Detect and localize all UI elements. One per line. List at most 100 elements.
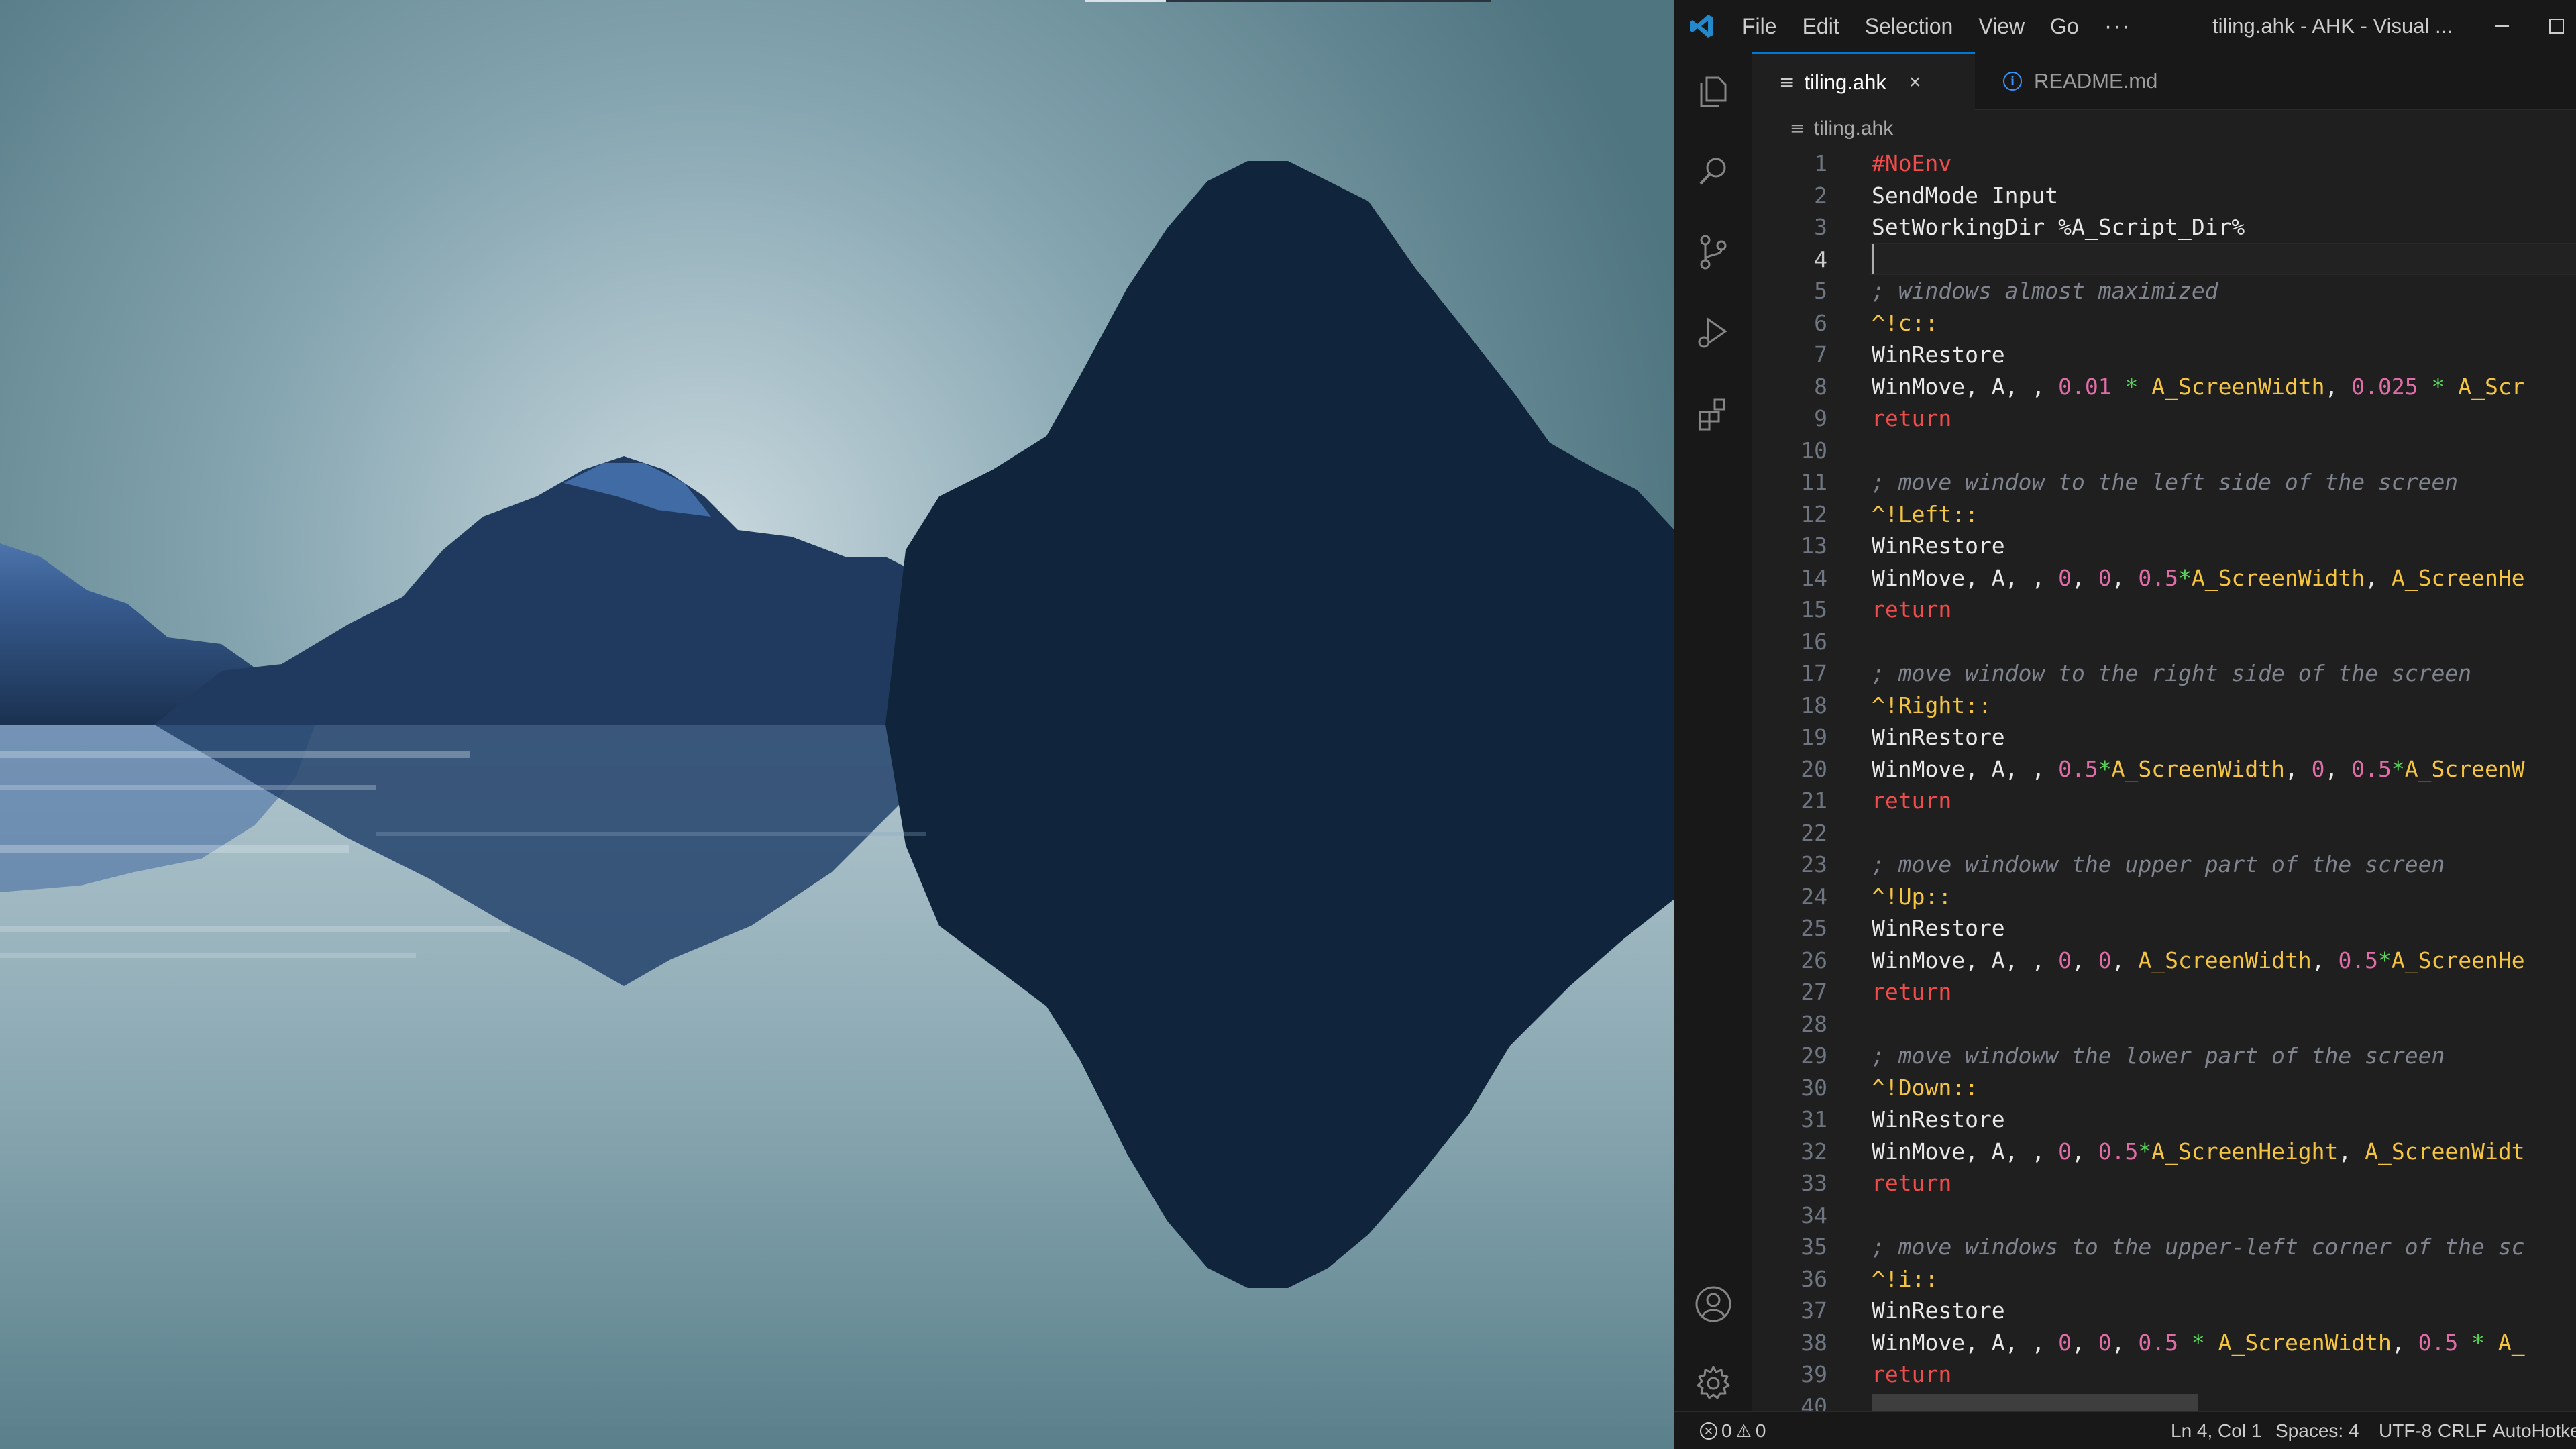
explorer-icon[interactable]: [1674, 52, 1752, 130]
breadcrumb-file[interactable]: tiling.ahk: [1814, 117, 1893, 140]
code-line[interactable]: 34: [1752, 1199, 2576, 1232]
code-line[interactable]: 26 WinMove, A, , 0, 0, A_ScreenWidth, 0.5…: [1752, 945, 2576, 977]
code-line[interactable]: 27 return: [1752, 976, 2576, 1008]
code-line[interactable]: 32 WinMove, A, , 0, 0.5*A_ScreenHeight, A…: [1752, 1136, 2576, 1168]
line-endings[interactable]: CRLF: [2438, 1412, 2487, 1449]
code-token: *: [2098, 755, 2112, 782]
code-line[interactable]: 35 ; move windows to the upper-left corne…: [1752, 1231, 2576, 1263]
code-line[interactable]: 12 ^!Left::: [1752, 498, 2576, 531]
menu-more-button[interactable]: ···: [2092, 0, 2144, 52]
code-line[interactable]: 10: [1752, 435, 2576, 467]
code-line[interactable]: 16: [1752, 626, 2576, 658]
indentation[interactable]: Spaces: 4: [2275, 1412, 2359, 1449]
code-line[interactable]: 18 ^!Right::: [1752, 690, 2576, 722]
line-number: 39: [1801, 1361, 1827, 1387]
close-icon[interactable]: ×: [1909, 71, 1921, 94]
code-line[interactable]: 6 ^!c::: [1752, 307, 2576, 339]
code-line[interactable]: 28: [1752, 1008, 2576, 1040]
line-text: ^!i::: [1872, 1263, 1938, 1295]
line-text: WinMove, A, , 0, 0, 0.5*A_ScreenWidth, A…: [1872, 562, 2525, 594]
activity-bar: [1674, 52, 1752, 1411]
line-number: 4: [1814, 246, 1827, 272]
menu-go[interactable]: Go: [2037, 0, 2092, 52]
code-line[interactable]: 20 WinMove, A, , 0.5*A_ScreenWidth, 0, 0.…: [1752, 753, 2576, 786]
line-text: WinMove, A, , 0, 0.5*A_ScreenHeight, A_S…: [1872, 1136, 2525, 1168]
code-token: A_ScreenHeight: [2151, 1138, 2339, 1165]
tab-readme-md[interactable]: i README.md: [1975, 52, 2176, 110]
maximize-button[interactable]: [2537, 0, 2576, 52]
code-token: return: [1872, 596, 1952, 623]
code-line[interactable]: 37 WinRestore: [1752, 1295, 2576, 1327]
search-icon[interactable]: [1674, 133, 1752, 211]
settings-gear-icon[interactable]: [1674, 1344, 1752, 1422]
code-line[interactable]: 9 return: [1752, 402, 2576, 435]
code-line[interactable]: 22: [1752, 817, 2576, 849]
run-debug-icon[interactable]: [1674, 294, 1752, 372]
cursor-position[interactable]: Ln 4, Col 1: [2171, 1412, 2261, 1449]
code-line[interactable]: 1 #NoEnv: [1752, 148, 2576, 180]
source-control-icon[interactable]: [1674, 213, 1752, 291]
code-line[interactable]: 3 SetWorkingDir %A_Script_Dir%: [1752, 211, 2576, 244]
line-number: 27: [1801, 979, 1827, 1005]
code-line[interactable]: 30 ^!Down::: [1752, 1072, 2576, 1104]
code-line[interactable]: 13 WinRestore: [1752, 530, 2576, 562]
line-number: 15: [1801, 596, 1827, 623]
code-line[interactable]: 8 WinMove, A, , 0.01 * A_ScreenWidth, 0.0…: [1752, 371, 2576, 403]
line-number: 16: [1801, 628, 1827, 655]
top-edge-highlight: [1085, 0, 1166, 2]
vscode-logo-icon[interactable]: [1674, 0, 1729, 52]
menu-file[interactable]: File: [1729, 0, 1790, 52]
text-cursor: [1872, 244, 1874, 274]
code-line[interactable]: 23 ; move windoww the upper part of the s…: [1752, 849, 2576, 881]
line-number: 24: [1801, 883, 1827, 910]
error-icon: ✕: [1700, 1422, 1717, 1440]
code-line[interactable]: 24 ^!Up::: [1752, 881, 2576, 913]
line-number: 23: [1801, 851, 1827, 877]
code-token: *: [2178, 1329, 2218, 1356]
code-line[interactable]: 31 WinRestore: [1752, 1104, 2576, 1136]
code-line[interactable]: 7 WinRestore: [1752, 339, 2576, 371]
encoding[interactable]: UTF-8: [2379, 1412, 2432, 1449]
code-token: WinRestore: [1872, 915, 2005, 941]
extensions-icon[interactable]: [1674, 374, 1752, 452]
code-line[interactable]: 29 ; move windoww the lower part of the s…: [1752, 1040, 2576, 1072]
line-text: WinRestore: [1872, 1104, 2005, 1136]
code-token: *: [2111, 373, 2152, 400]
accounts-icon[interactable]: [1674, 1265, 1752, 1343]
line-number: 34: [1801, 1201, 1827, 1228]
code-line[interactable]: 5 ; windows almost maximized: [1752, 275, 2576, 307]
horizontal-scrollbar[interactable]: [1872, 1394, 2198, 1411]
code-line[interactable]: 4: [1752, 244, 2576, 276]
code-line[interactable]: 33 return: [1752, 1167, 2576, 1199]
menu-edit[interactable]: Edit: [1790, 0, 1852, 52]
code-line[interactable]: 2 SendMode Input: [1752, 180, 2576, 212]
code-token: WinRestore: [1872, 341, 2005, 368]
line-text: WinRestore: [1872, 721, 2005, 753]
code-token: 0: [2098, 1329, 2112, 1356]
line-text: ^!Down::: [1872, 1072, 1978, 1104]
status-bar: ✕ 0 ⚠ 0 Ln 4, Col 1 Spaces: 4 UTF-8 CRLF…: [1674, 1411, 2576, 1449]
code-editor[interactable]: 1 #NoEnv 2 SendMode Input 3 SetWorkingDir %A_…: [1752, 148, 2576, 1411]
code-line[interactable]: 17 ; move window to the right side of the…: [1752, 657, 2576, 690]
problems-indicator[interactable]: ✕ 0 ⚠ 0: [1700, 1412, 1766, 1449]
menu-selection[interactable]: Selection: [1852, 0, 1966, 52]
menu-view[interactable]: View: [1966, 0, 2037, 52]
code-line[interactable]: 11 ; move window to the left side of the …: [1752, 466, 2576, 498]
window-title: tiling.ahk - AHK - Visual ...: [2212, 14, 2453, 38]
code-line[interactable]: 25 WinRestore: [1752, 912, 2576, 945]
tab-tiling-ahk[interactable]: ≡ tiling.ahk ×: [1752, 52, 1975, 110]
code-line[interactable]: 14 WinMove, A, , 0, 0, 0.5*A_ScreenWidth,…: [1752, 562, 2576, 594]
code-token: A_ScreenWidth: [2138, 947, 2312, 973]
code-line[interactable]: 15 return: [1752, 594, 2576, 626]
code-line[interactable]: 19 WinRestore: [1752, 721, 2576, 753]
code-token: ,: [2111, 1329, 2139, 1356]
code-line[interactable]: 39 return: [1752, 1358, 2576, 1391]
language-mode[interactable]: AutoHotkey: [2493, 1412, 2576, 1449]
code-token: A_ScreenWidth: [2151, 373, 2325, 400]
line-text: ^!Up::: [1872, 881, 1951, 913]
code-line[interactable]: 36 ^!i::: [1752, 1263, 2576, 1295]
code-line[interactable]: 38 WinMove, A, , 0, 0, 0.5 * A_ScreenWidt…: [1752, 1327, 2576, 1359]
minimize-button[interactable]: [2473, 0, 2532, 52]
code-line[interactable]: 21 return: [1752, 785, 2576, 817]
breadcrumb[interactable]: ≡ tiling.ahk: [1752, 110, 2576, 148]
